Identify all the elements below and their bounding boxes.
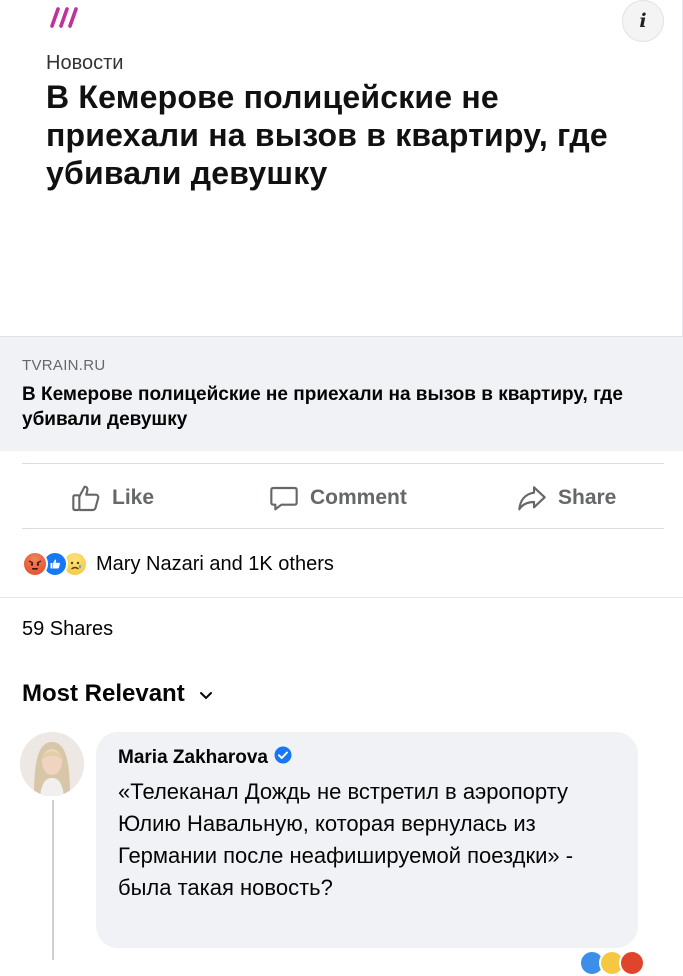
angry-reaction-icon xyxy=(22,551,48,577)
link-title[interactable]: В Кемерове полицейские не приехали на вы… xyxy=(22,382,642,432)
sort-label: Most Relevant xyxy=(22,680,185,707)
link-preview-image[interactable]: i Новости В Кемерове полицейские не прие… xyxy=(0,0,683,336)
shares-count[interactable]: 59 Shares xyxy=(22,618,113,641)
thread-line xyxy=(52,800,54,960)
comment-text: «Телеканал Дождь не встретил в аэропорту… xyxy=(118,779,574,900)
comment-bubble[interactable]: Maria Zakharova «Телеканал Дождь не встр… xyxy=(96,732,638,948)
chevron-down-icon xyxy=(199,680,213,708)
comment-label: Comment xyxy=(310,486,407,509)
share-button[interactable]: Share xyxy=(516,478,616,518)
share-arrow-icon xyxy=(516,482,548,514)
link-caption[interactable]: TVRAIN.RU В Кемерове полицейские не прие… xyxy=(0,336,683,451)
comment-sort-dropdown[interactable]: Most Relevant xyxy=(22,680,213,708)
tvrain-logo-icon xyxy=(46,6,82,33)
verified-badge-icon xyxy=(274,746,292,770)
like-button[interactable]: Like xyxy=(70,478,154,518)
angry-reaction-icon xyxy=(619,950,645,976)
preview-headline: В Кемерове полицейские не приехали на вы… xyxy=(46,79,608,191)
preview-category: Новости xyxy=(46,52,124,74)
divider xyxy=(22,528,664,529)
info-icon[interactable]: i xyxy=(622,0,664,42)
author-name[interactable]: Maria Zakharova xyxy=(118,747,268,769)
reactions-summary[interactable]: Mary Nazari and 1K others xyxy=(22,550,334,578)
like-label: Like xyxy=(112,486,155,509)
divider xyxy=(0,597,683,598)
comment-reactions[interactable] xyxy=(579,950,645,976)
reactions-text[interactable]: Mary Nazari and 1K others xyxy=(96,553,334,576)
avatar[interactable] xyxy=(20,732,84,796)
share-label: Share xyxy=(558,486,617,509)
divider xyxy=(22,463,664,464)
thumbs-up-icon xyxy=(70,482,102,514)
comment-button[interactable]: Comment xyxy=(268,478,407,518)
link-domain: TVRAIN.RU xyxy=(22,357,106,374)
comment-icon xyxy=(268,482,300,514)
comment-author[interactable]: Maria Zakharova xyxy=(118,746,616,770)
